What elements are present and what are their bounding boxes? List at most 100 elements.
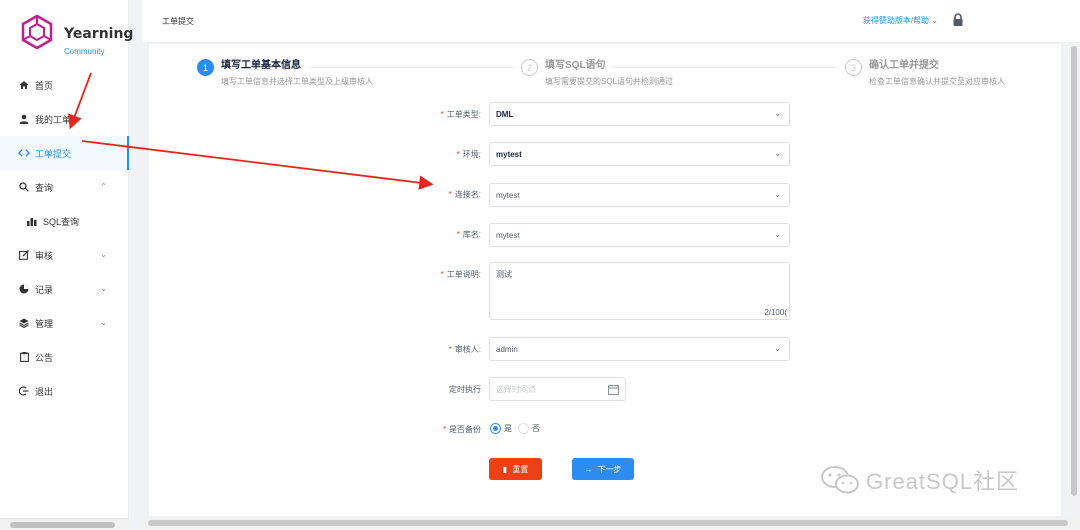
bar-chart-icon — [26, 215, 38, 227]
page-horizontal-scrollbar[interactable] — [142, 517, 1080, 530]
step-3: 3 确认工单并提交 检查工单信息确认并提交至对应审核人 — [845, 59, 1005, 88]
next-step-button[interactable]: → 下一步 — [572, 458, 634, 480]
schedule-label: 定时执行 — [449, 385, 481, 394]
sidebar-item-label: SQL查询 — [43, 216, 80, 227]
sidebar-item-submit-order[interactable]: 工单提交 — [0, 136, 129, 170]
chevron-up-icon: ⌃ — [100, 182, 107, 191]
sidebar-item-my-orders[interactable]: 我的工单 — [0, 102, 129, 136]
backup-yes-radio[interactable]: 是 — [490, 423, 512, 434]
lock-icon[interactable] — [952, 13, 964, 27]
connection-value: mytest — [496, 190, 520, 200]
step-number: 2 — [521, 59, 538, 76]
breadcrumb: 工单提交 — [162, 17, 194, 26]
app-name: Yearning — [64, 26, 134, 42]
step-1: 1 填写工单基本信息 填写工单信息并选择工单类型及上级审核人 — [197, 59, 373, 88]
sidebar: Yearning Community 首页 我的工单 工单提交 查询 ⌃ SQL… — [0, 0, 134, 530]
radio-dot[interactable] — [518, 423, 529, 434]
sidebar-item-home[interactable]: 首页 — [0, 68, 129, 102]
sidebar-item-sql-query[interactable]: SQL查询 — [0, 204, 129, 238]
connection-label: * 连接名: — [448, 190, 481, 199]
backup-no-label: 否 — [532, 424, 540, 433]
order-type-label: * 工单类型: — [440, 110, 481, 119]
layers-icon — [18, 317, 30, 329]
database-value: mytest — [496, 230, 520, 240]
pie-chart-icon — [18, 283, 30, 295]
character-count: 2/100( — [764, 308, 787, 317]
reviewer-label: * 审核人: — [448, 345, 481, 354]
database-label: * 库名: — [456, 230, 481, 239]
order-type-value: DML — [496, 109, 514, 119]
scrollbar-thumb[interactable] — [148, 520, 1068, 526]
radio-dot[interactable] — [490, 423, 501, 434]
help-link[interactable]: 获得赞助版本/帮助 ⌄ — [863, 15, 938, 26]
reset-button[interactable]: ▮ 重置 — [489, 458, 542, 480]
description-textarea[interactable]: 测试 2/100( — [489, 262, 790, 320]
step-connector — [612, 67, 837, 68]
next-step-button-label: 下一步 — [597, 464, 622, 474]
step-number: 1 — [197, 59, 214, 76]
home-icon — [18, 79, 30, 91]
chevron-down-icon: ⌄ — [100, 318, 107, 327]
code-icon — [18, 147, 30, 159]
backup-no-radio[interactable]: 否 — [518, 423, 540, 434]
step-2: 2 填写SQL语句 填写需要提交的SQL语句并检测通过 — [521, 59, 673, 88]
reviewer-select[interactable]: admin ⌄ — [489, 337, 790, 361]
step-description: 填写需要提交的SQL语句并检测通过 — [545, 77, 674, 86]
environment-label: * 环境: — [456, 150, 481, 159]
trash-icon: ▮ — [502, 464, 508, 474]
chevron-down-icon: ⌄ — [774, 344, 781, 353]
chevron-down-icon: ⌄ — [774, 190, 781, 199]
chevron-down-icon: ⌄ — [774, 230, 781, 239]
wechat-icon — [821, 466, 859, 494]
clipboard-icon — [18, 351, 30, 363]
sidebar-item-label: 查询 — [35, 182, 54, 193]
sidebar-horizontal-scrollbar[interactable] — [0, 518, 129, 530]
scrollbar-thumb[interactable] — [10, 522, 115, 528]
search-icon — [18, 181, 30, 193]
sidebar-item-label: 公告 — [35, 352, 54, 363]
sidebar-nav: 首页 我的工单 工单提交 查询 ⌃ SQL查询 审核 ⌄ 记录 ⌄ 管理 ⌄ 公… — [0, 68, 129, 408]
order-type-select[interactable]: DML ⌄ — [489, 102, 790, 126]
sidebar-item-label: 记录 — [35, 284, 54, 295]
step-title: 填写SQL语句 — [545, 60, 606, 71]
database-select[interactable]: mytest ⌄ — [489, 223, 790, 247]
step-title: 确认工单并提交 — [869, 60, 939, 71]
chevron-down-icon: ⌄ — [931, 16, 938, 25]
sidebar-item-query[interactable]: 查询 ⌃ — [0, 170, 129, 204]
watermark-text: GreatSQL社区 — [866, 469, 1020, 494]
chevron-down-icon: ⌄ — [774, 109, 781, 118]
logout-icon — [18, 385, 30, 397]
sidebar-item-records[interactable]: 记录 ⌄ — [0, 272, 129, 306]
reviewer-value: admin — [496, 344, 518, 354]
step-description: 填写工单信息并选择工单类型及上级审核人 — [221, 77, 373, 86]
schedule-placeholder: 选择时间点 — [496, 384, 536, 394]
schedule-date-picker[interactable]: 选择时间点 — [489, 377, 626, 401]
environment-value: mytest — [496, 149, 522, 159]
user-icon — [18, 113, 30, 125]
backup-label: * 是否备份 — [442, 425, 481, 434]
scrollbar-thumb[interactable] — [1071, 46, 1077, 496]
app-logo: Yearning Community — [20, 14, 134, 64]
edit-icon — [18, 249, 30, 261]
chevron-down-icon: ⌄ — [774, 149, 781, 158]
sidebar-item-label: 首页 — [35, 80, 54, 91]
connection-select[interactable]: mytest ⌄ — [489, 183, 790, 207]
description-value: 测试 — [496, 270, 512, 279]
sidebar-item-review[interactable]: 审核 ⌄ — [0, 238, 129, 272]
sidebar-item-logout[interactable]: 退出 — [0, 374, 129, 408]
arrow-right-icon: → — [584, 464, 593, 474]
sidebar-item-label: 工单提交 — [35, 148, 72, 159]
reset-button-label: 重置 — [512, 464, 529, 474]
watermark: GreatSQL社区 — [820, 464, 1019, 496]
chevron-down-icon: ⌄ — [100, 250, 107, 259]
sidebar-item-manage[interactable]: 管理 ⌄ — [0, 306, 129, 340]
step-title: 填写工单基本信息 — [221, 60, 301, 71]
sidebar-item-notice[interactable]: 公告 — [0, 340, 129, 374]
top-header: 工单提交 获得赞助版本/帮助 ⌄ — [142, 0, 1080, 42]
page-vertical-scrollbar[interactable] — [1070, 44, 1078, 518]
step-connector — [310, 67, 514, 68]
calendar-icon — [608, 385, 619, 395]
sidebar-item-label: 管理 — [35, 318, 54, 329]
environment-select[interactable]: mytest ⌄ — [489, 142, 790, 166]
chevron-down-icon: ⌄ — [100, 284, 107, 293]
